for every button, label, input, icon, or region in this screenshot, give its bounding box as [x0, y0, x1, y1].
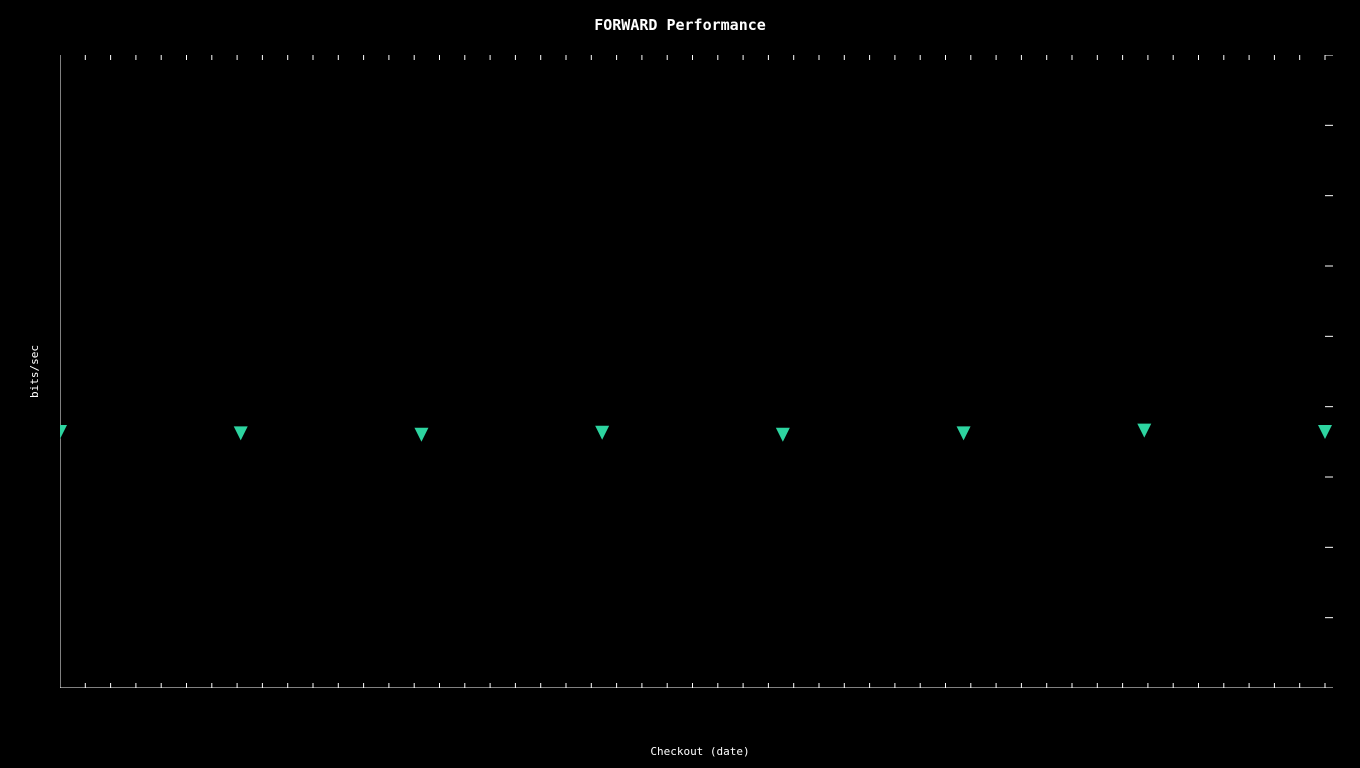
chart-svg: 4.5x10⁹4x10⁹3.5x10⁹3x10⁹2.5x10⁹2x10⁹1.5x… — [60, 55, 1340, 688]
chart-container: FORWARD Performance bits/sec 4.5x10⁹4x10… — [0, 0, 1360, 768]
chart-title: FORWARD Performance — [0, 16, 1360, 34]
y-axis-label: bits/sec — [28, 345, 41, 398]
x-axis-title: Checkout (date) — [60, 745, 1340, 758]
